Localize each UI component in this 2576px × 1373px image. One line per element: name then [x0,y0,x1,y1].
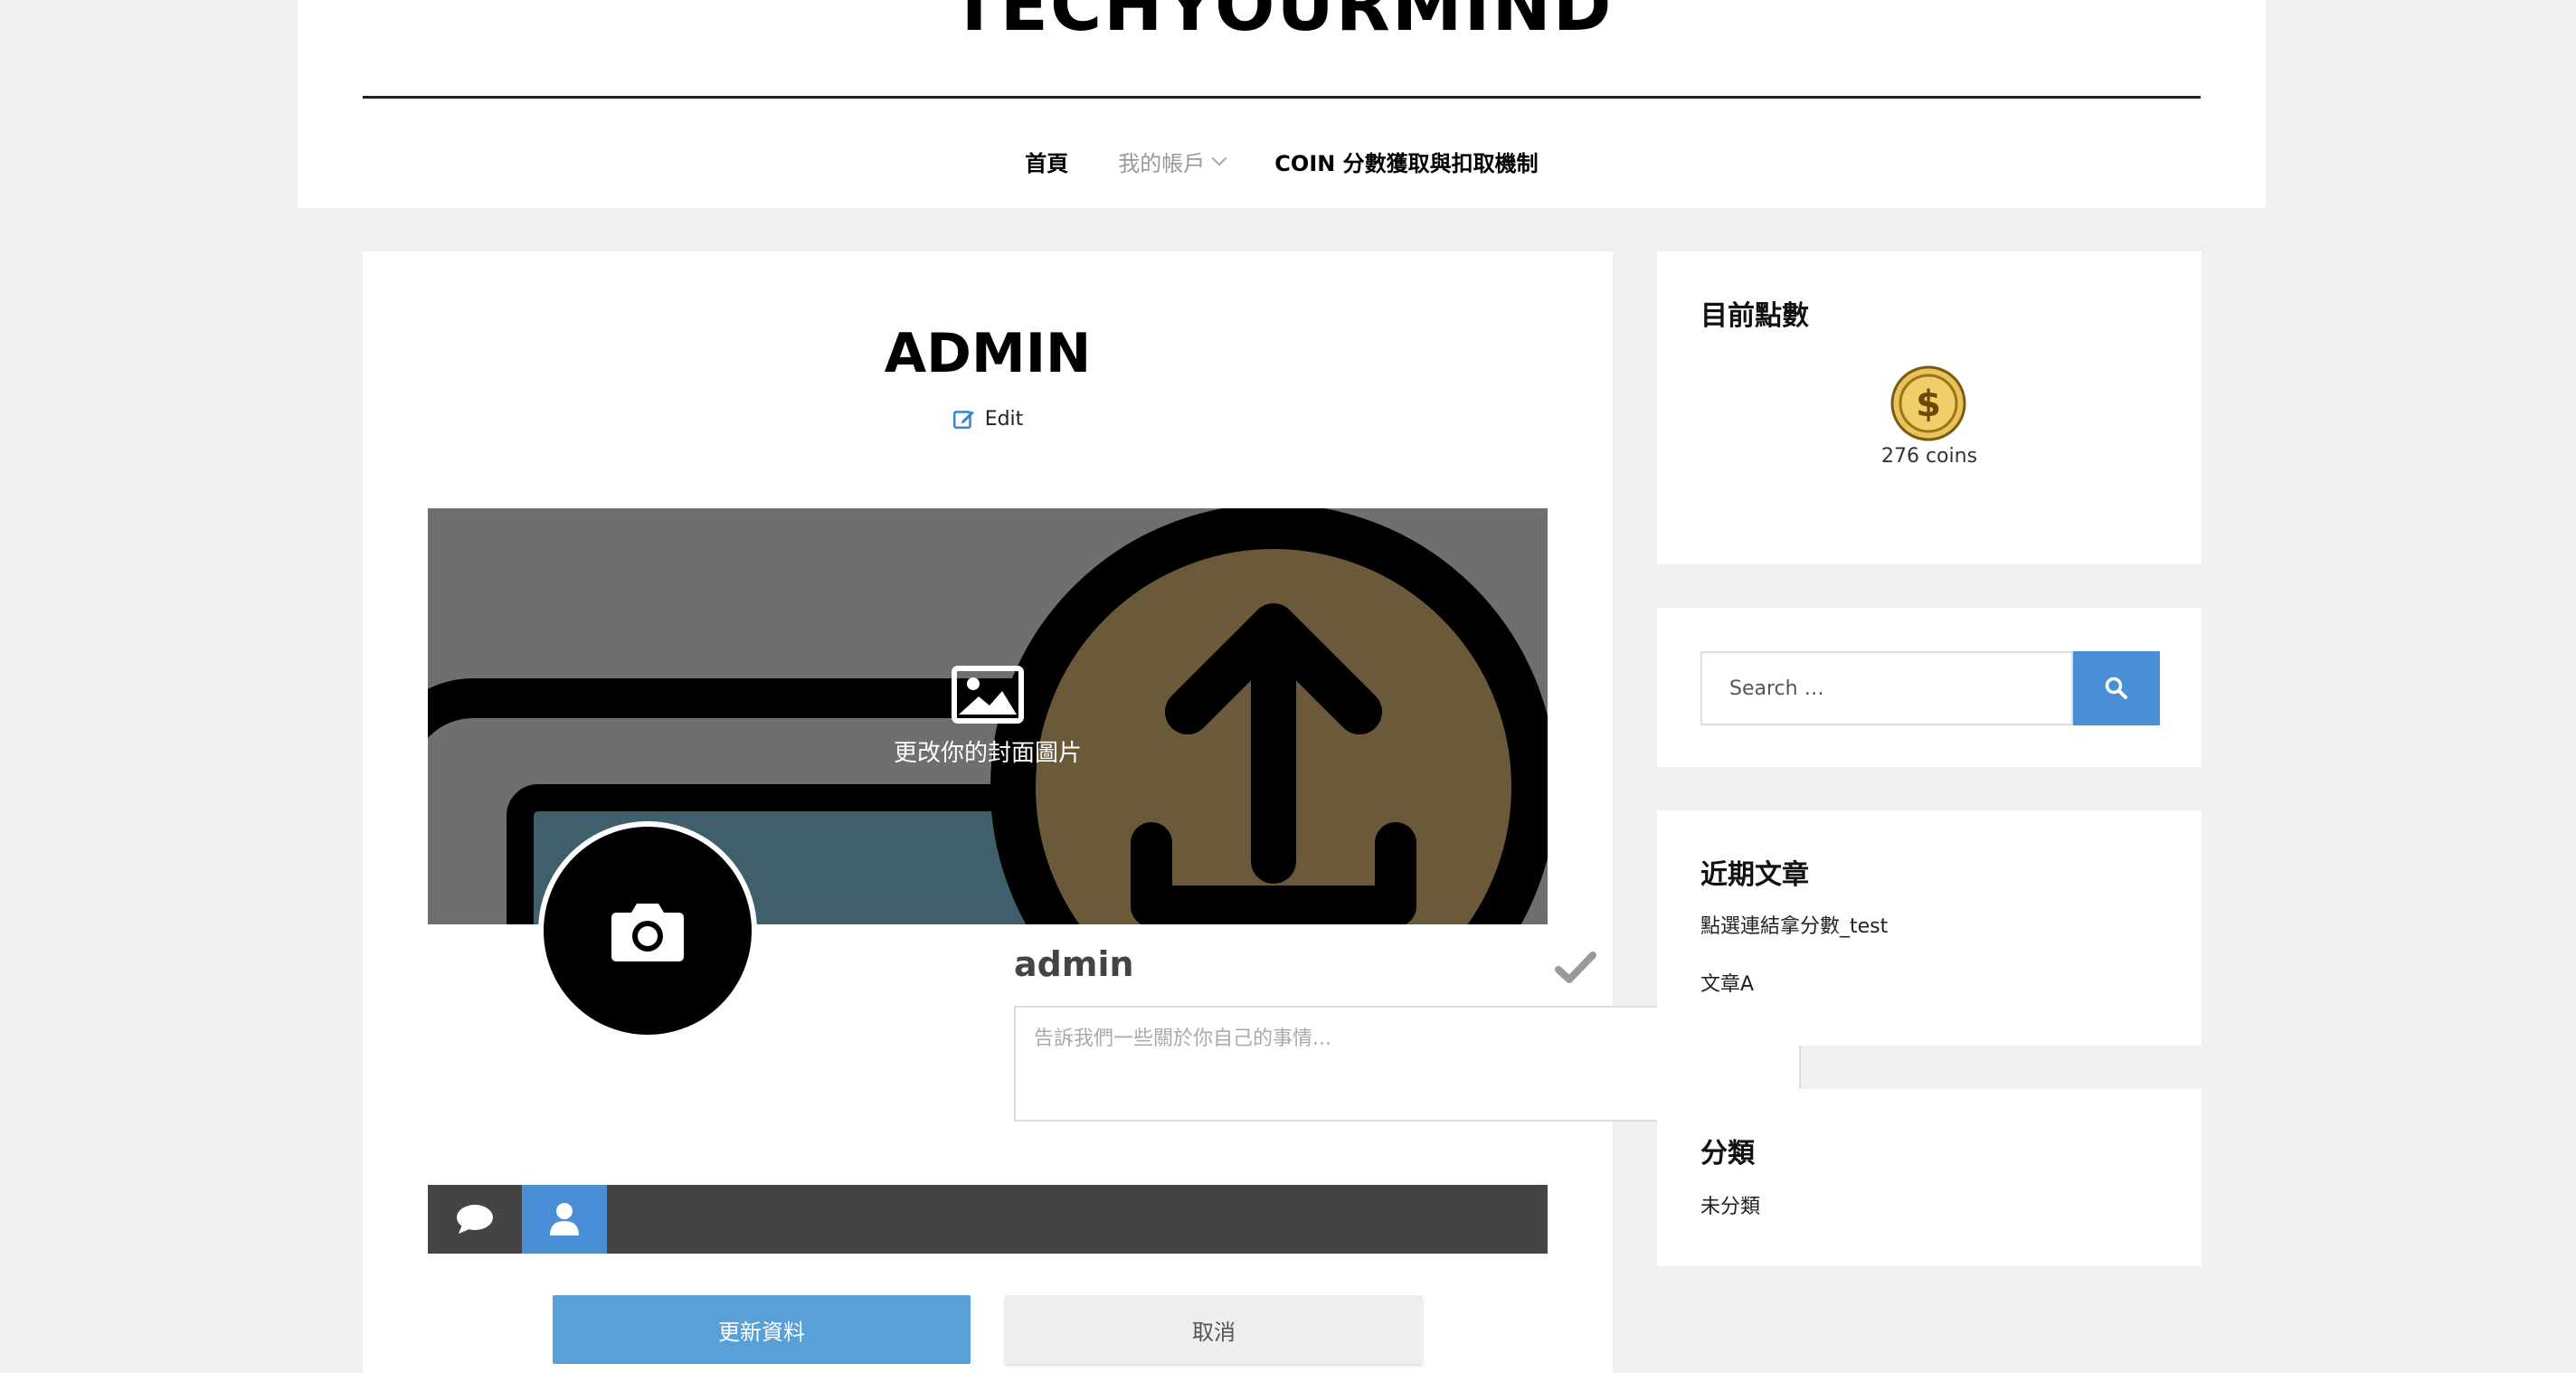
nav-item-coin-rules[interactable]: COIN 分數獲取與扣取機制 [1274,146,1538,177]
search-placeholder: Search … [1729,677,1824,700]
page-wrapper: TECHYOURMIND 首頁 我的帳戶 COIN 分數獲取與扣取機制 ADMI… [298,0,2266,1373]
coins-count: 276 coins [1880,445,1978,468]
nav-item-home[interactable]: 首頁 [1025,146,1068,177]
header-divider [363,96,2201,99]
update-profile-button[interactable]: 更新資料 [553,1295,971,1364]
comment-icon [457,1205,493,1234]
edit-label: Edit [984,407,1024,431]
profile-card: ADMIN Edit 更改你的封面圖片 admin 告訴我們一些關於你自己的事情… [363,251,1803,1373]
profile-tabs [428,1185,1548,1254]
widget-title: 目前點數 [1700,300,1809,332]
tab-profile[interactable] [522,1185,607,1254]
page-title: ADMIN [884,322,1092,385]
cancel-button[interactable]: 取消 [1005,1295,1423,1364]
search-widget: Search … [1657,608,2202,767]
user-icon [550,1203,579,1236]
recent-post-link[interactable]: 文章A [1700,968,1754,997]
chevron-down-icon [1211,150,1227,166]
main-nav: 首頁 我的帳戶 COIN 分數獲取與扣取機制 [298,145,2266,177]
site-title[interactable]: TECHYOURMIND [298,0,2266,47]
nav-item-label: 我的帳戶 [1118,150,1206,176]
edit-icon [952,411,974,430]
nav-item-label: COIN 分數獲取與扣取機制 [1274,150,1539,176]
profile-username: admin [1014,944,1134,984]
recent-post-link[interactable]: 點選連結拿分數_test [1700,910,1888,939]
check-icon[interactable] [1555,950,1596,986]
image-icon [952,666,1024,724]
widget-title: 分類 [1700,1138,1755,1169]
nav-item-label: 首頁 [1025,150,1069,176]
svg-text:$: $ [1916,383,1941,425]
points-widget: 目前點數 $ 276 coins [1657,251,2202,564]
site-header: TECHYOURMIND 首頁 我的帳戶 COIN 分數獲取與扣取機制 [298,0,2266,208]
nav-item-my-account[interactable]: 我的帳戶 [1118,146,1227,177]
categories-widget: 分類 未分類 [1657,1089,2202,1266]
tab-comments[interactable] [428,1185,522,1254]
search-button[interactable] [2073,651,2160,725]
camera-icon [611,904,684,961]
coin-icon: $ [1890,365,1966,441]
bio-placeholder: 告訴我們一些關於你自己的事情... [1034,1027,1331,1050]
avatar[interactable] [538,821,757,1040]
widget-title: 近期文章 [1700,859,1809,891]
search-input[interactable]: Search … [1700,651,2073,725]
edit-profile-link[interactable]: Edit [363,407,1613,431]
change-cover-button[interactable]: 更改你的封面圖片 [428,666,1548,768]
recent-posts-widget: 近期文章 點選連結拿分數_test 文章A [1657,810,2202,1046]
category-link[interactable]: 未分類 [1700,1190,1760,1219]
change-cover-label: 更改你的封面圖片 [893,740,1082,767]
search-icon [2105,677,2127,699]
